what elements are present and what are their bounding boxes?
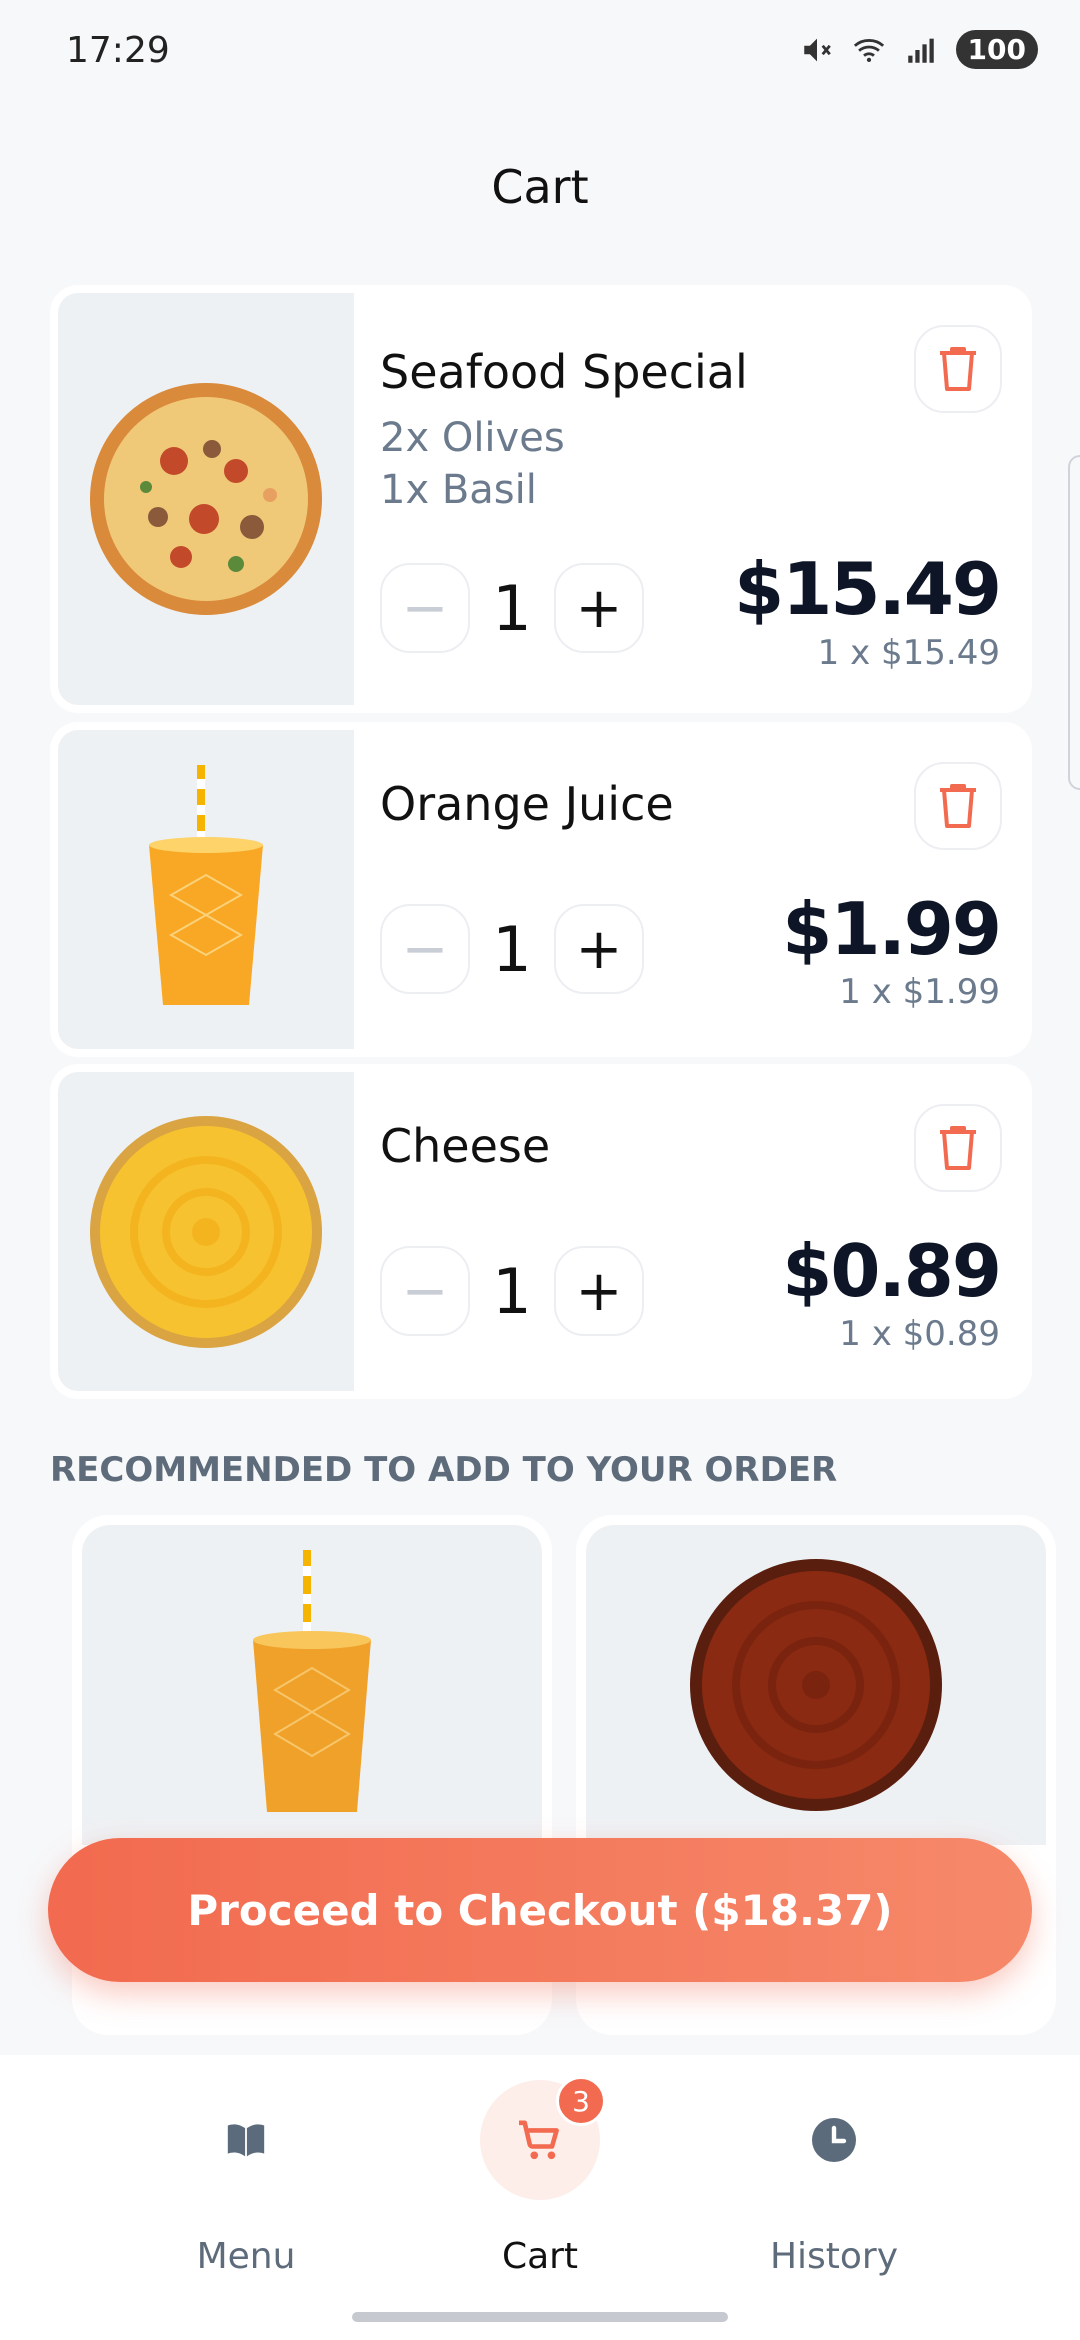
item-name: Cheese <box>380 1119 551 1173</box>
delete-item-button[interactable] <box>914 325 1002 413</box>
bbq-sauce-illustration <box>690 1559 942 1811</box>
item-unit-price: 1 x $0.89 <box>839 1314 1000 1354</box>
cheese-illustration <box>90 1115 322 1348</box>
nav-label: Cart <box>501 2236 579 2277</box>
trash-icon <box>940 784 976 828</box>
cheese-sauce-image <box>58 1072 354 1391</box>
book-icon <box>227 2124 265 2157</box>
decrease-quantity-button[interactable]: − <box>380 904 470 994</box>
quantity-value: 1 <box>492 912 532 986</box>
pizza-image <box>58 293 354 705</box>
side-panel-handle[interactable] <box>1068 455 1080 790</box>
bottom-navigation: Menu 3 Cart History <box>0 2055 1080 2340</box>
quantity-stepper: − 1 + <box>380 1246 644 1336</box>
decrease-quantity-button[interactable]: − <box>380 563 470 653</box>
decrease-quantity-button[interactable]: − <box>380 1246 470 1336</box>
cart-screen: 17:29 100 Cart Seafood Special 2x Olives… <box>0 0 1080 2340</box>
mute-icon <box>803 38 831 61</box>
status-icons: 100 <box>800 30 1038 69</box>
status-bar: 17:29 100 <box>0 0 1080 110</box>
item-total-price: $0.89 <box>782 1229 1002 1313</box>
wifi-icon <box>853 38 884 62</box>
quantity-stepper: − 1 + <box>380 563 644 653</box>
juice-illustration <box>149 764 263 1005</box>
item-total-price: $15.49 <box>734 547 1002 631</box>
iced-tea-image <box>82 1525 542 1845</box>
cart-item: Seafood Special 2x Olives 1x Basil − 1 +… <box>50 285 1032 713</box>
nav-item-cart[interactable]: 3 Cart <box>410 2076 670 2300</box>
increase-quantity-button[interactable]: + <box>554 904 644 994</box>
quantity-value: 1 <box>492 571 532 645</box>
iced-tea-illustration <box>253 1550 371 1812</box>
item-name: Seafood Special <box>380 345 748 399</box>
trash-icon <box>940 1126 976 1170</box>
nav-icon-container: 3 <box>480 2076 606 2200</box>
clock-icon <box>812 2118 856 2162</box>
home-indicator[interactable] <box>352 2312 728 2322</box>
cart-count-badge: 3 <box>556 2076 606 2126</box>
quantity-stepper: − 1 + <box>380 904 644 994</box>
item-option: 2x Olives <box>380 415 565 461</box>
nav-item-menu[interactable]: Menu <box>116 2080 376 2300</box>
orange-juice-image <box>58 730 354 1049</box>
nav-icon-container <box>774 2080 894 2200</box>
nav-label: Menu <box>196 2236 296 2277</box>
battery-icon: 100 <box>955 30 1038 69</box>
delete-item-button[interactable] <box>914 1104 1002 1192</box>
cart-item: Cheese − 1 + $0.89 1 x $0.89 <box>50 1064 1032 1399</box>
item-unit-price: 1 x $1.99 <box>839 972 1000 1012</box>
nav-item-history[interactable]: History <box>704 2080 964 2300</box>
trash-icon <box>940 347 976 391</box>
checkout-button[interactable]: Proceed to Checkout ($18.37) <box>48 1838 1032 1982</box>
quantity-value: 1 <box>492 1254 532 1328</box>
signal-icon <box>907 38 934 63</box>
item-option: 1x Basil <box>380 467 537 513</box>
status-time: 17:29 <box>66 30 170 71</box>
cart-icon <box>519 2120 559 2160</box>
delete-item-button[interactable] <box>914 762 1002 850</box>
bbq-sauce-image <box>586 1525 1046 1845</box>
item-total-price: $1.99 <box>782 887 1002 971</box>
increase-quantity-button[interactable]: + <box>554 1246 644 1336</box>
page-title: Cart <box>491 160 589 214</box>
nav-icon-container <box>186 2080 306 2200</box>
cart-item: Orange Juice − 1 + $1.99 1 x $1.99 <box>50 722 1032 1057</box>
increase-quantity-button[interactable]: + <box>554 563 644 653</box>
nav-label: History <box>769 2236 899 2277</box>
pizza-illustration <box>90 383 322 615</box>
item-name: Orange Juice <box>380 777 674 831</box>
recommended-heading: RECOMMENDED TO ADD TO YOUR ORDER <box>50 1450 838 1490</box>
item-unit-price: 1 x $15.49 <box>817 633 1000 673</box>
